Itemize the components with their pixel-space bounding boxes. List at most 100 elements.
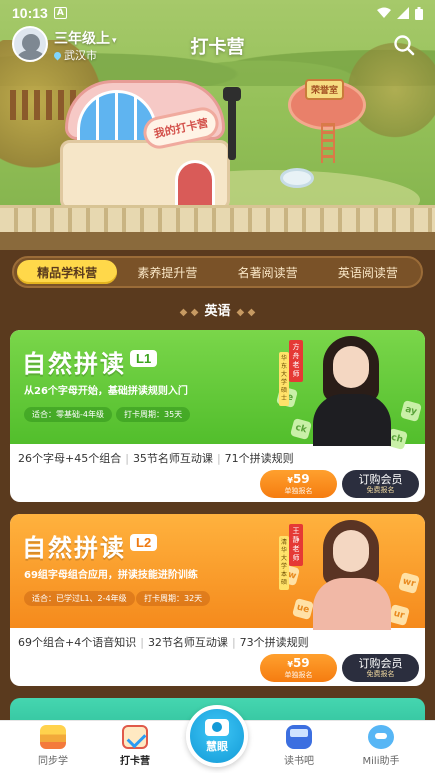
camp-panel: 精品学科营 素养提升营 名著阅读营 英语阅读营 ◆ ◆ 英语 ◆ ◆ 自然拼读 L1…	[0, 250, 435, 738]
tab-premium-subject[interactable]: 精品学科营	[17, 260, 118, 284]
camp-tabs: 精品学科营 素养提升营 名著阅读营 英语阅读营	[12, 256, 423, 288]
course-subtitle: 从26个字母开始，基础拼读规则入门	[24, 386, 188, 397]
course-name: 自然拼读	[22, 350, 126, 378]
price-text: ¥59	[287, 655, 310, 671]
camera-scan-button[interactable]: 慧眼	[186, 705, 248, 767]
divider: |	[140, 636, 144, 649]
course-level-badge: L2	[130, 534, 158, 551]
wifi-icon	[377, 7, 391, 18]
tab-literacy[interactable]: 素养提升营	[117, 260, 217, 284]
course-age-chip: 适合：已学过L1、2-4年级	[24, 591, 135, 606]
status-bar: 10:13 A	[0, 0, 435, 26]
member-label: 订购会员	[358, 657, 403, 670]
nav-sync-learn[interactable]: 同步学	[18, 725, 88, 771]
bottom-nav: 同步学 打卡营 慧眼 读书吧 Mili助手	[0, 705, 435, 773]
tab-classics-reading[interactable]: 名著阅读营	[218, 260, 318, 284]
price-text: ¥59	[287, 471, 310, 487]
course-desc-item: 32节名师互动课	[147, 636, 228, 649]
calendar-check-icon	[122, 725, 148, 749]
course-name: 自然拼读	[22, 534, 126, 562]
member-label: 订购会员	[358, 473, 403, 486]
teacher-photo: 王静老师 清华大学本硕	[279, 516, 397, 630]
buy-single-button[interactable]: ¥59 单独报名	[260, 470, 337, 498]
avatar[interactable]	[12, 26, 48, 62]
city-label: 武汉市	[64, 49, 97, 62]
member-sub: 免费报名	[366, 486, 395, 494]
price-value: 59	[292, 471, 310, 486]
letter-tile-icon: wr	[397, 571, 421, 595]
nav-reading-bar[interactable]: 读书吧	[264, 725, 334, 771]
ladder-icon	[321, 123, 335, 163]
course-desc-item: 26个字母+45个组合	[18, 452, 122, 465]
location-pin-icon	[52, 50, 63, 60]
street-lamp-icon	[223, 87, 241, 160]
signal-icon	[397, 7, 409, 19]
camera-label: 慧眼	[206, 739, 228, 753]
teacher-name-tag: 方舟老师	[289, 340, 303, 382]
grade-selector[interactable]: 三年级上 ▾	[54, 28, 117, 48]
course-desc-item: 35节名师互动课	[132, 452, 213, 465]
teacher-photo: 方舟老师 华东大学硕士	[279, 332, 397, 446]
course-banner: 自然拼读 L1 从26个字母开始，基础拼读规则入门 适合：零基础-4年级 打卡周…	[10, 330, 425, 451]
subscribe-member-button[interactable]: 订购会员 免费报名	[342, 470, 419, 498]
app-header: 三年级上 ▾ 武汉市 打卡营	[0, 26, 435, 66]
section-header: ◆ ◆ 英语 ◆ ◆	[0, 300, 435, 319]
tab-english-reading[interactable]: 英语阅读营	[318, 260, 418, 284]
teacher-face	[333, 346, 369, 388]
nav-mili-assistant[interactable]: Mili助手	[346, 725, 416, 771]
course-desc-item: 69个组合+4个语音知识	[18, 636, 137, 649]
teacher-torso	[313, 394, 391, 446]
battery-icon	[415, 6, 423, 20]
price-sub: 单独报名	[284, 486, 313, 495]
white-fence	[0, 205, 435, 235]
teacher-torso	[313, 578, 391, 630]
chevron-down-icon: ▾	[112, 36, 117, 46]
nav-label: 打卡营	[120, 756, 150, 767]
nav-checkin-camp[interactable]: 打卡营	[100, 725, 170, 771]
my-checkin-building[interactable]: 我的打卡营	[55, 80, 240, 220]
course-description: 69个组合+4个语音知识 | 32节名师互动课 | 73个拼读规则	[18, 634, 309, 650]
course-desc-item: 71个拼读规则	[224, 452, 294, 465]
teacher-school-tag: 华东大学硕士	[279, 352, 289, 406]
teacher-name-tag: 王静老师	[289, 524, 303, 566]
teacher-school-tag: 清华大学本硕	[279, 536, 289, 590]
subscribe-member-button[interactable]: 订购会员 免费报名	[342, 654, 419, 682]
course-age-chip: 适合：零基础-4年级	[24, 407, 112, 422]
bus-icon	[286, 725, 312, 749]
honor-room-sign: 荣誉室	[305, 79, 345, 100]
divider: |	[231, 636, 236, 649]
nav-label: 读书吧	[284, 756, 314, 767]
course-cycle-chip: 打卡周期：32天	[136, 591, 211, 606]
course-description: 26个字母+45个组合 | 35节名师互动课 | 71个拼读规则	[18, 450, 294, 466]
nav-label: Mili助手	[362, 756, 400, 767]
divider: |	[125, 452, 129, 465]
fountain-icon	[280, 168, 314, 188]
divider: |	[216, 452, 221, 465]
notification-badge: A	[53, 7, 67, 19]
course-subtitle: 69组字母组合应用，拼读技能进阶训练	[24, 570, 198, 581]
search-icon[interactable]	[393, 34, 415, 56]
course-desc-item: 73个拼读规则	[239, 636, 309, 649]
grade-label: 三年级上	[54, 31, 110, 47]
course-banner: 自然拼读 L2 69组字母组合应用，拼读技能进阶训练 适合：已学过L1、2-4年…	[10, 514, 425, 630]
mascot-icon	[368, 725, 394, 749]
camera-icon	[205, 718, 229, 736]
letter-tile-icon: ay	[399, 399, 423, 423]
section-dots-right: ◆ ◆	[236, 307, 256, 318]
course-level-badge: L1	[130, 350, 158, 367]
teacher-face	[333, 530, 369, 572]
buy-single-button[interactable]: ¥59 单独报名	[260, 654, 337, 682]
books-icon	[40, 725, 66, 749]
honor-room[interactable]: 荣誉室	[288, 79, 366, 163]
status-time: 10:13	[12, 5, 48, 21]
section-dots-left: ◆ ◆	[179, 307, 199, 318]
course-card-phonics-l2[interactable]: 自然拼读 L2 69组字母组合应用，拼读技能进阶训练 适合：已学过L1、2-4年…	[10, 514, 425, 686]
price-value: 59	[292, 655, 310, 670]
section-title: 英语	[204, 304, 231, 319]
status-icons	[377, 6, 423, 20]
location[interactable]: 武汉市	[52, 47, 97, 63]
course-card-phonics-l1[interactable]: 自然拼读 L1 从26个字母开始，基础拼读规则入门 适合：零基础-4年级 打卡周…	[10, 330, 425, 502]
member-sub: 免费报名	[366, 670, 395, 678]
nav-label: 同步学	[38, 756, 68, 767]
price-sub: 单独报名	[284, 670, 313, 679]
